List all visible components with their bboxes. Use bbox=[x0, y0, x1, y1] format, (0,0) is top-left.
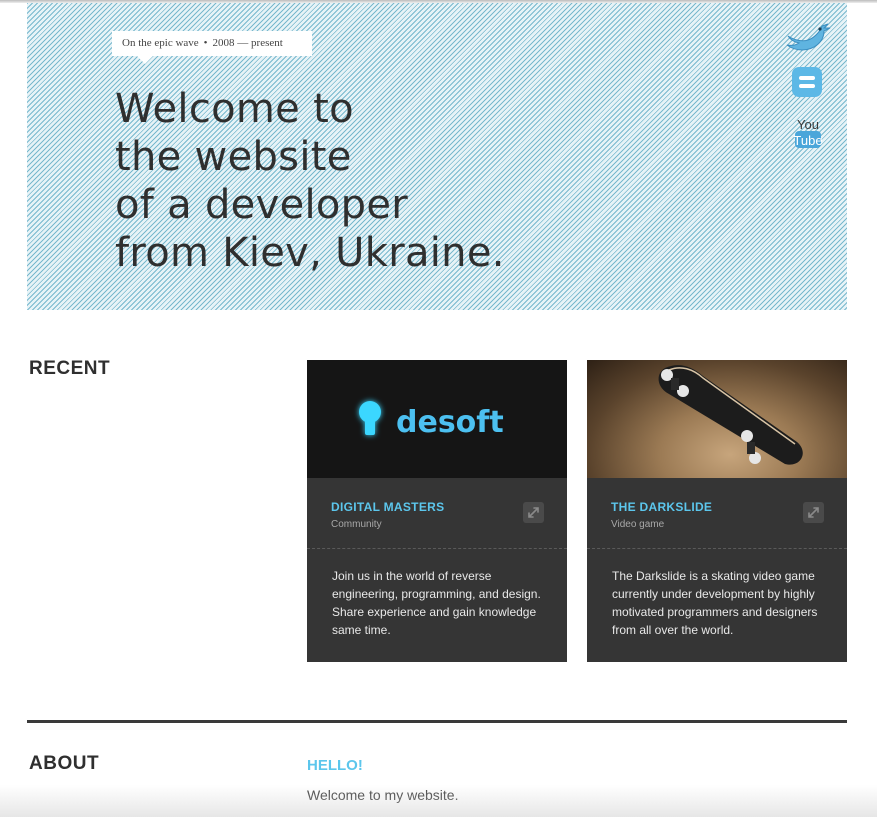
project-thumbnail: desoft bbox=[307, 360, 567, 478]
youtube-link[interactable]: You Tube bbox=[793, 116, 823, 152]
project-category: Community bbox=[331, 519, 382, 530]
tagline-prefix: On the epic wave bbox=[122, 37, 199, 49]
twitter-bird-icon bbox=[786, 23, 831, 51]
external-link-button[interactable] bbox=[803, 502, 824, 523]
about-section-title: ABOUT bbox=[29, 753, 100, 774]
tagline-years: 2008 — present bbox=[212, 37, 283, 49]
skateboard-image bbox=[658, 365, 803, 465]
project-category: Video game bbox=[611, 519, 665, 530]
youtube-icon-bottom: Tube bbox=[793, 133, 822, 148]
section-divider bbox=[27, 720, 847, 723]
project-name[interactable]: DIGITAL MASTERS bbox=[331, 500, 444, 514]
project-card-the-darkslide[interactable]: THE DARKSLIDE Video game The Darkslide i… bbox=[587, 360, 847, 662]
youtube-icon-top: You bbox=[797, 117, 819, 132]
project-description: The Darkslide is a skating video game cu… bbox=[612, 569, 818, 637]
blogger-link[interactable] bbox=[791, 66, 823, 98]
hero-title-line: Welcome to bbox=[115, 86, 354, 132]
hero-title: Welcome to the website of a developer fr… bbox=[115, 85, 505, 277]
tagline-bullet: • bbox=[203, 37, 208, 49]
hero-title-line: from Kiev, Ukraine. bbox=[115, 230, 505, 276]
youtube-icon: You Tube bbox=[793, 117, 823, 148]
about-text: Welcome to my website. bbox=[307, 787, 459, 803]
link-icon bbox=[528, 507, 539, 518]
project-description: Join us in the world of reverse engineer… bbox=[332, 569, 541, 637]
project-name[interactable]: THE DARKSLIDE bbox=[611, 500, 712, 514]
link-icon bbox=[808, 507, 819, 518]
blogger-icon bbox=[792, 67, 822, 97]
project-card-digital-masters[interactable]: desoft DIGITAL MASTERS Community Join us… bbox=[307, 360, 567, 662]
recent-section-title: RECENT bbox=[29, 358, 111, 379]
hero-banner: On the epic wave • 2008 — present Welcome … bbox=[27, 3, 847, 310]
hero-title-line: the website bbox=[115, 134, 352, 180]
project-thumbnail bbox=[587, 360, 847, 478]
twitter-link[interactable] bbox=[784, 18, 832, 58]
desoft-logo: desoft bbox=[359, 401, 504, 440]
desoft-logo-text: desoft bbox=[396, 405, 504, 440]
hero-title-line: of a developer bbox=[115, 182, 409, 228]
about-heading: HELLO! bbox=[307, 757, 363, 774]
tagline-bubble: On the epic wave • 2008 — present bbox=[112, 31, 312, 64]
project-meta: DIGITAL MASTERS Community bbox=[307, 478, 567, 549]
project-meta: THE DARKSLIDE Video game bbox=[587, 478, 847, 549]
external-link-button[interactable] bbox=[523, 502, 544, 523]
